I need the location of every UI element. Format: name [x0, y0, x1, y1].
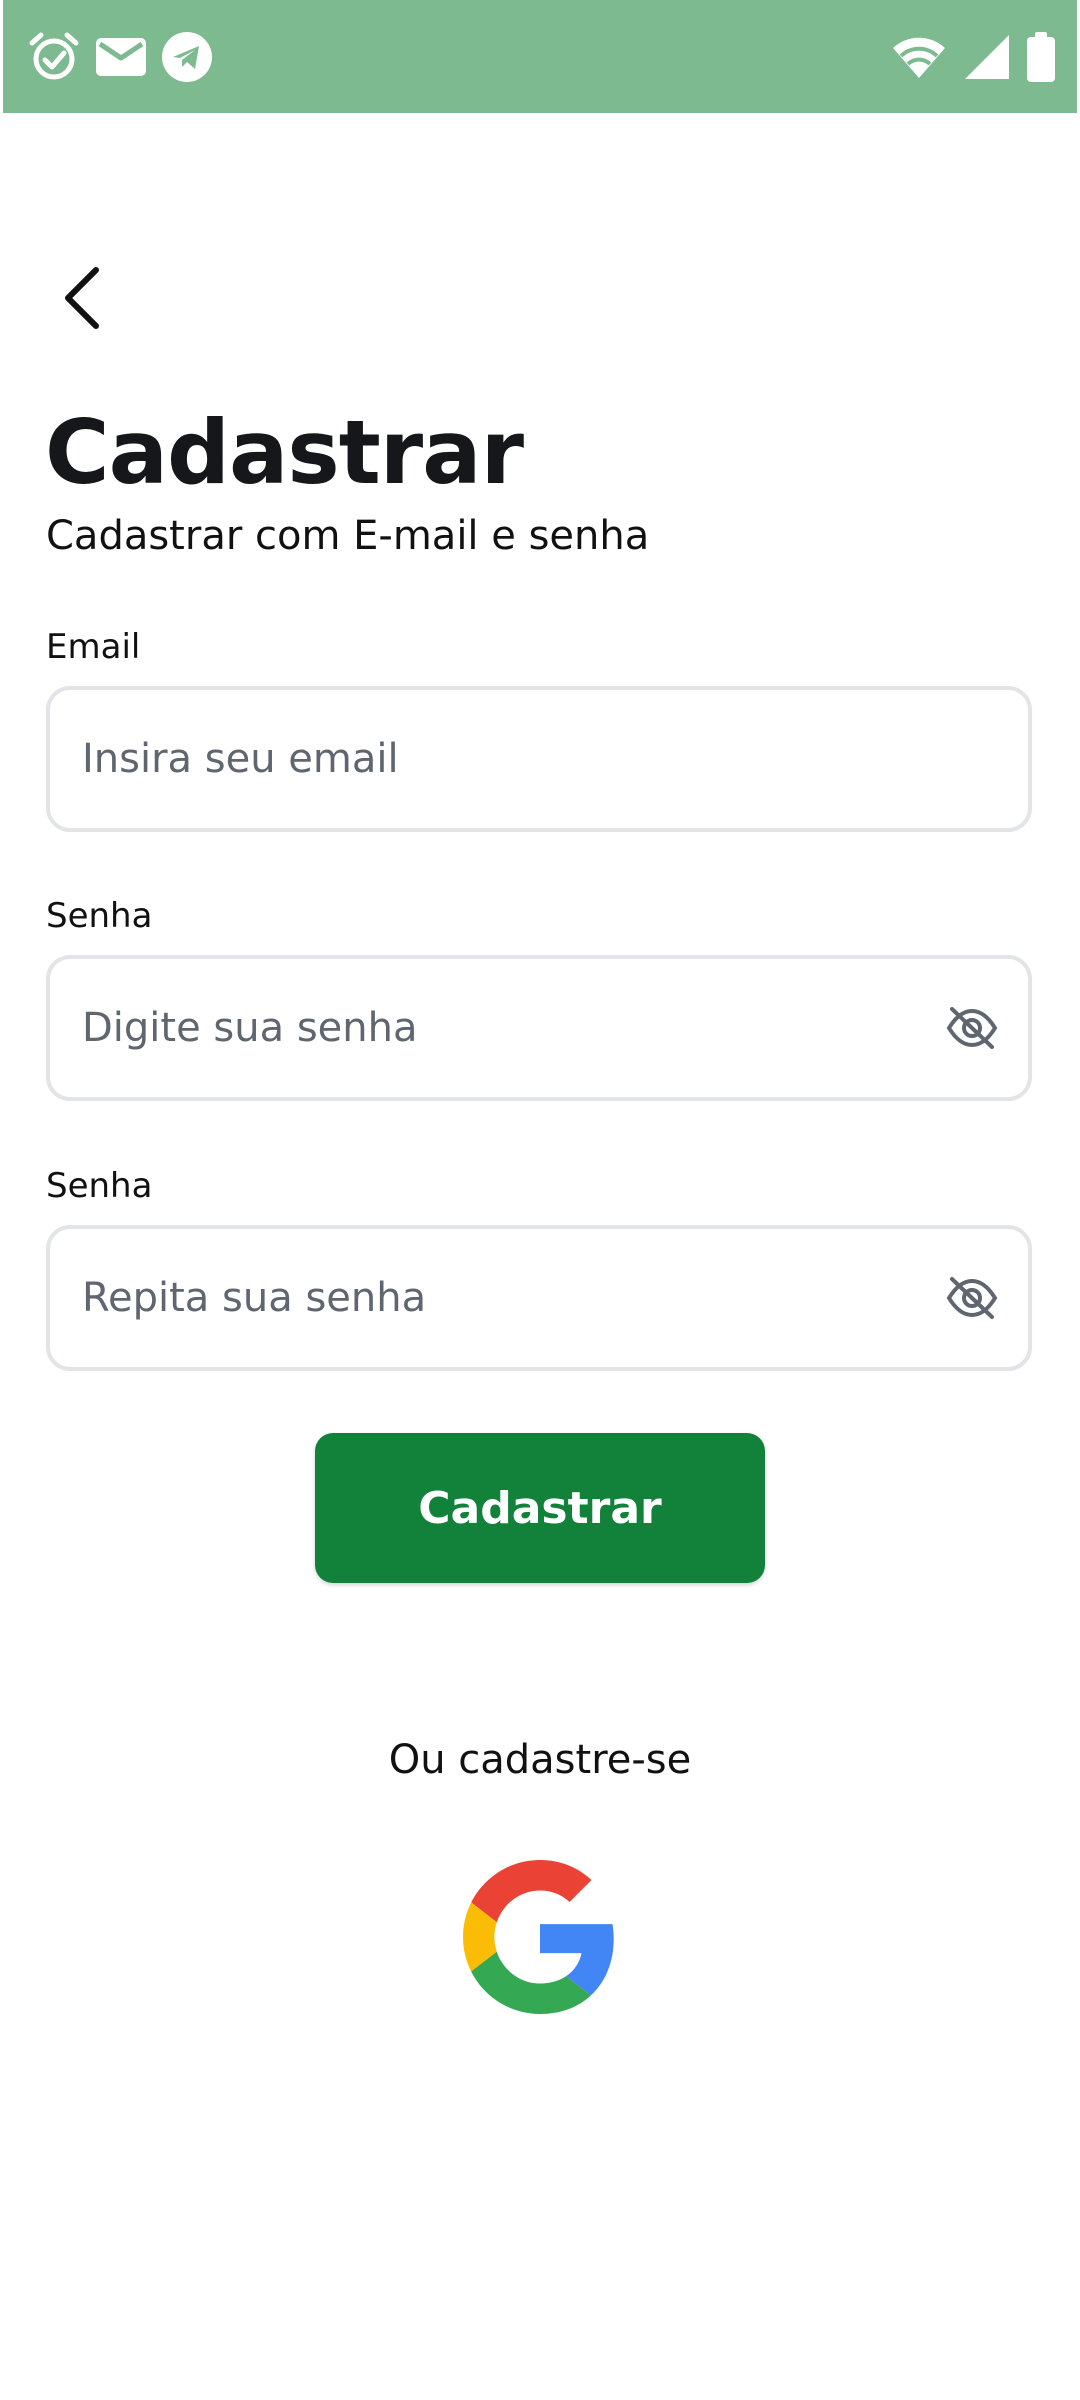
- email-field-box: [46, 686, 1032, 832]
- password-field[interactable]: [82, 959, 962, 1097]
- page-subtitle: Cadastrar com E-mail e senha: [46, 513, 650, 559]
- password-label: Senha: [46, 896, 153, 936]
- alarm-check-icon: [27, 30, 81, 84]
- telegram-icon: [161, 31, 213, 83]
- google-icon: [463, 1860, 614, 2014]
- password-field-box: [46, 955, 1032, 1101]
- status-left-icons: [27, 0, 213, 113]
- confirm-password-field[interactable]: [82, 1229, 962, 1367]
- eye-off-icon: [946, 1277, 998, 1319]
- chevron-left-icon: [60, 266, 104, 334]
- submit-button[interactable]: Cadastrar: [315, 1433, 765, 1583]
- email-field[interactable]: [82, 690, 962, 828]
- page-title: Cadastrar: [45, 401, 524, 504]
- confirm-password-visibility-toggle[interactable]: [946, 1275, 998, 1321]
- battery-icon: [1027, 31, 1055, 82]
- alt-signup-prompt: Ou cadastre-se: [388, 1737, 692, 1783]
- password-visibility-toggle[interactable]: [946, 1005, 998, 1051]
- status-bar: [3, 0, 1077, 113]
- eye-off-icon: [946, 1007, 998, 1049]
- google-signup-button[interactable]: [463, 1858, 617, 2016]
- wifi-icon: [891, 34, 947, 80]
- status-right-icons: [891, 0, 1055, 113]
- cell-signal-icon: [963, 33, 1011, 81]
- confirm-password-label: Senha: [46, 1166, 153, 1206]
- email-label: Email: [46, 627, 141, 667]
- back-button[interactable]: [46, 258, 118, 342]
- confirm-password-field-box: [46, 1225, 1032, 1371]
- mail-icon: [95, 36, 147, 78]
